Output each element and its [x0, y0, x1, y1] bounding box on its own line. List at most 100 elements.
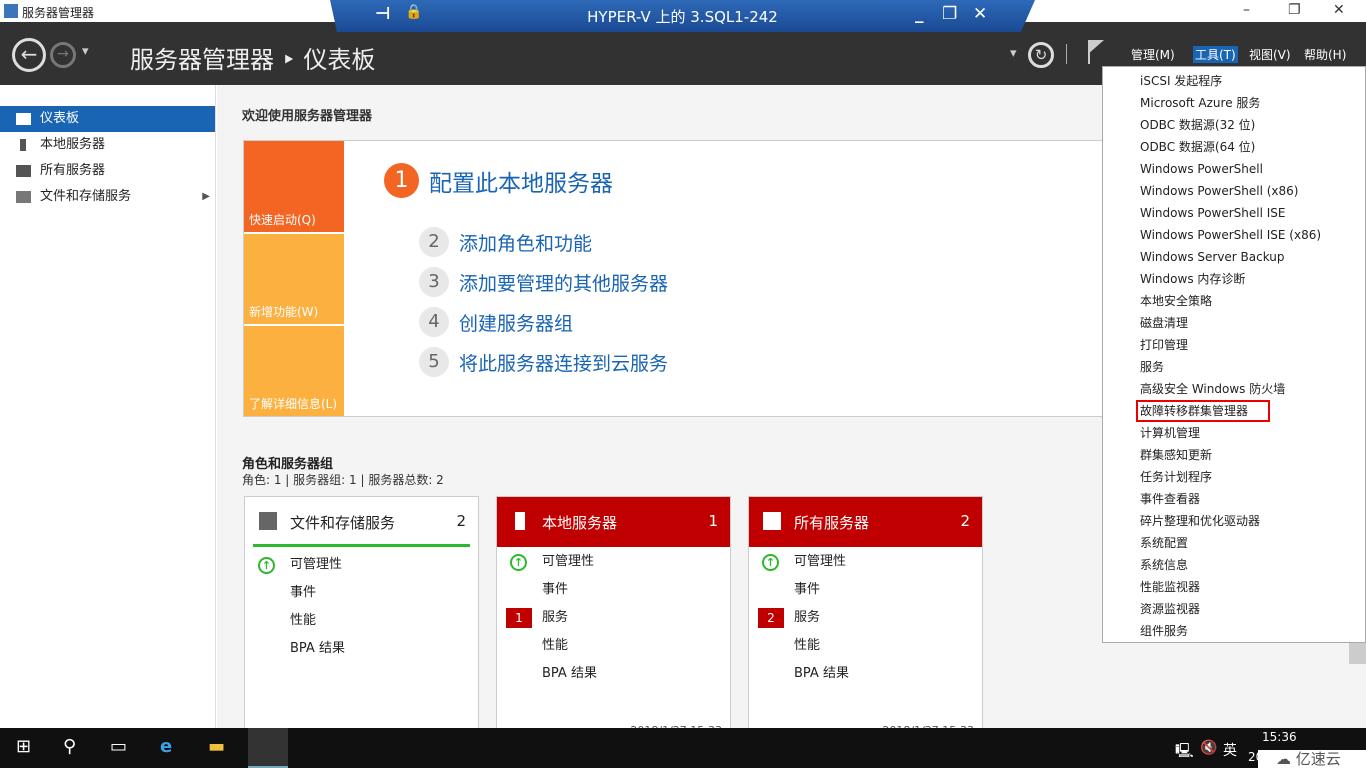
tile-row[interactable]: 2 服务 — [749, 604, 982, 632]
tools-menu-item[interactable]: 计算机管理 — [1103, 422, 1365, 444]
sidebar-item-file-storage[interactable]: 文件和存储服务 ▶ — [0, 184, 215, 210]
sidebar-item-dashboard[interactable]: 仪表板 — [0, 106, 215, 132]
expand-arrow-icon[interactable]: ▶ — [202, 184, 210, 210]
hyperv-close[interactable]: ✕ — [973, 4, 987, 24]
step-configure-local[interactable]: 1 配置此本地服务器 — [384, 163, 613, 198]
hyperv-connection-bar: ⊣ 🔒 HYPER-V 上的 3.SQL1-242 _ ❐ ✕ — [330, 0, 1035, 32]
volume-muted-icon[interactable]: 🔇 — [1200, 740, 1217, 756]
tools-menu-item[interactable]: Windows Server Backup — [1103, 246, 1365, 268]
step-label: 将此服务器连接到云服务 — [459, 352, 669, 375]
tools-menu-item[interactable]: 磁盘清理 — [1103, 312, 1365, 334]
tools-menu-item[interactable]: 本地安全策略 — [1103, 290, 1365, 312]
tile-row[interactable]: BPA 结果 — [497, 660, 730, 688]
step-label: 创建服务器组 — [459, 312, 574, 335]
tile-row[interactable]: 1 服务 — [497, 604, 730, 632]
tools-menu-item[interactable]: 系统信息 — [1103, 554, 1365, 576]
sidebar-item-label: 本地服务器 — [40, 137, 106, 152]
menu-help[interactable]: 帮助(H) — [1304, 46, 1346, 63]
start-icon[interactable]: ⊞ — [16, 736, 31, 757]
tools-menu-item[interactable]: 服务 — [1103, 356, 1365, 378]
tile-row[interactable]: 性能 — [749, 632, 982, 660]
server-icon — [20, 139, 26, 151]
dashboard-icon — [16, 113, 31, 125]
step-number: 1 — [384, 163, 419, 198]
file-explorer-icon[interactable]: ▬ — [208, 736, 225, 757]
tools-menu-item[interactable]: Windows PowerShell ISE (x86) — [1103, 224, 1365, 246]
tile-row[interactable]: BPA 结果 — [749, 660, 982, 688]
menu-manage[interactable]: 管理(M) — [1131, 46, 1175, 63]
tab-quick-start[interactable]: 快速启动(Q) — [244, 141, 344, 232]
hyperv-restore[interactable]: ❐ — [942, 4, 957, 24]
tile-row[interactable]: ↑ 可管理性 — [749, 548, 982, 576]
tile-file-storage[interactable]: 文件和存储服务 2 ↑ 可管理性 事件 性能 BPA 结果 — [244, 496, 479, 736]
step-create-group[interactable]: 4 创建服务器组 — [419, 307, 573, 337]
tile-row[interactable]: 事件 — [245, 579, 478, 607]
tile-name: 所有服务器 — [794, 514, 870, 532]
tools-menu-item[interactable]: 性能监视器 — [1103, 576, 1365, 598]
hyperv-minimize[interactable]: _ — [915, 4, 924, 24]
tools-menu-item[interactable]: 高级安全 Windows 防火墙 — [1103, 378, 1365, 400]
tab-learn-more[interactable]: 了解详细信息(L) — [244, 326, 344, 416]
search-icon[interactable]: ⚲ — [63, 736, 76, 757]
ime-indicator[interactable]: 英 — [1223, 740, 1237, 760]
tools-menu-item[interactable]: ODBC 数据源(32 位) — [1103, 114, 1365, 136]
network-icon[interactable]: 🖳 — [1175, 740, 1194, 764]
tools-menu-item[interactable]: 任务计划程序 — [1103, 466, 1365, 488]
step-connect-cloud[interactable]: 5 将此服务器连接到云服务 — [419, 347, 668, 377]
menu-tools[interactable]: 工具(T) — [1193, 46, 1238, 63]
scrollbar-thumb[interactable] — [1349, 640, 1366, 664]
clock-time[interactable]: 15:36 — [1262, 730, 1297, 744]
step-label: 添加要管理的其他服务器 — [459, 272, 669, 295]
step-add-servers[interactable]: 3 添加要管理的其他服务器 — [419, 267, 668, 297]
task-view-icon[interactable]: ▭ — [110, 736, 127, 757]
ok-icon: ↑ — [258, 557, 275, 574]
tab-whats-new[interactable]: 新增功能(W) — [244, 234, 344, 324]
step-number: 5 — [419, 347, 449, 377]
sidebar-item-local-server[interactable]: 本地服务器 — [0, 132, 215, 158]
close-button[interactable]: ✕ — [1333, 2, 1345, 18]
taskbar: ⊞ ⚲ ▭ e ▬ 🖳 🔇 英 15:36 20 — [0, 728, 1366, 768]
tools-menu-item[interactable]: Windows PowerShell ISE — [1103, 202, 1365, 224]
tools-menu-item[interactable]: iSCSI 发起程序 — [1103, 70, 1365, 92]
tools-menu-item[interactable]: Microsoft Azure 服务 — [1103, 92, 1365, 114]
tile-local-server[interactable]: 本地服务器1 ↑可管理性 事件 1服务 性能 BPA 结果 2018/1/27 … — [496, 496, 731, 737]
tools-menu-item[interactable]: 事件查看器 — [1103, 488, 1365, 510]
tools-menu-item[interactable]: 系统配置 — [1103, 532, 1365, 554]
tools-menu-item[interactable]: Windows 内存诊断 — [1103, 268, 1365, 290]
tile-row[interactable]: 性能 — [245, 607, 478, 635]
welcome-panel: 快速启动(Q) 新增功能(W) 了解详细信息(L) 1 配置此本地服务器 2 添加角… — [243, 140, 1103, 417]
tools-menu-item[interactable]: 打印管理 — [1103, 334, 1365, 356]
menu-view[interactable]: 视图(V) — [1249, 46, 1291, 63]
tools-menu-item[interactable]: Windows PowerShell — [1103, 158, 1365, 180]
ok-icon: ↑ — [762, 554, 779, 571]
tile-row[interactable]: 事件 — [749, 576, 982, 604]
refresh-button[interactable]: ↻ — [1028, 42, 1054, 68]
server-manager-taskbar-icon[interactable] — [248, 728, 288, 768]
tile-row[interactable]: 性能 — [497, 632, 730, 660]
tile-row[interactable]: BPA 结果 — [245, 635, 478, 663]
step-add-roles[interactable]: 2 添加角色和功能 — [419, 227, 592, 257]
refresh-dropdown[interactable]: ▾ — [1010, 46, 1017, 61]
tools-menu-item[interactable]: 群集感知更新 — [1103, 444, 1365, 466]
restore-button[interactable]: ❐ — [1288, 2, 1301, 18]
tools-menu-item[interactable]: 组件服务 — [1103, 620, 1365, 642]
tools-menu-item[interactable]: 碎片整理和优化驱动器 — [1103, 510, 1365, 532]
tile-row[interactable]: ↑ 可管理性 — [245, 551, 478, 579]
tools-menu-item[interactable]: 故障转移群集管理器 — [1103, 400, 1365, 422]
flag-icon[interactable] — [1088, 40, 1104, 64]
tile-all-servers[interactable]: 所有服务器2 ↑可管理性 事件 2服务 性能 BPA 结果 2018/1/27 … — [748, 496, 983, 737]
tools-menu-item[interactable]: 资源监视器 — [1103, 598, 1365, 620]
tools-menu-item[interactable]: Windows PowerShell (x86) — [1103, 180, 1365, 202]
ie-icon[interactable]: e — [160, 736, 172, 757]
tile-row[interactable]: ↑ 可管理性 — [497, 548, 730, 576]
minimize-button[interactable]: – — [1243, 2, 1250, 18]
sidebar: 仪表板 本地服务器 所有服务器 文件和存储服务 ▶ — [0, 85, 216, 728]
tools-menu-item[interactable]: ODBC 数据源(64 位) — [1103, 136, 1365, 158]
forward-button[interactable]: → — [50, 42, 76, 68]
tile-row[interactable]: 事件 — [497, 576, 730, 604]
alert-badge: 1 — [506, 608, 532, 628]
tile-count: 1 — [708, 512, 718, 530]
back-button[interactable]: ← — [12, 38, 46, 72]
history-dropdown[interactable]: ▾ — [82, 44, 89, 59]
sidebar-item-all-servers[interactable]: 所有服务器 — [0, 158, 215, 184]
